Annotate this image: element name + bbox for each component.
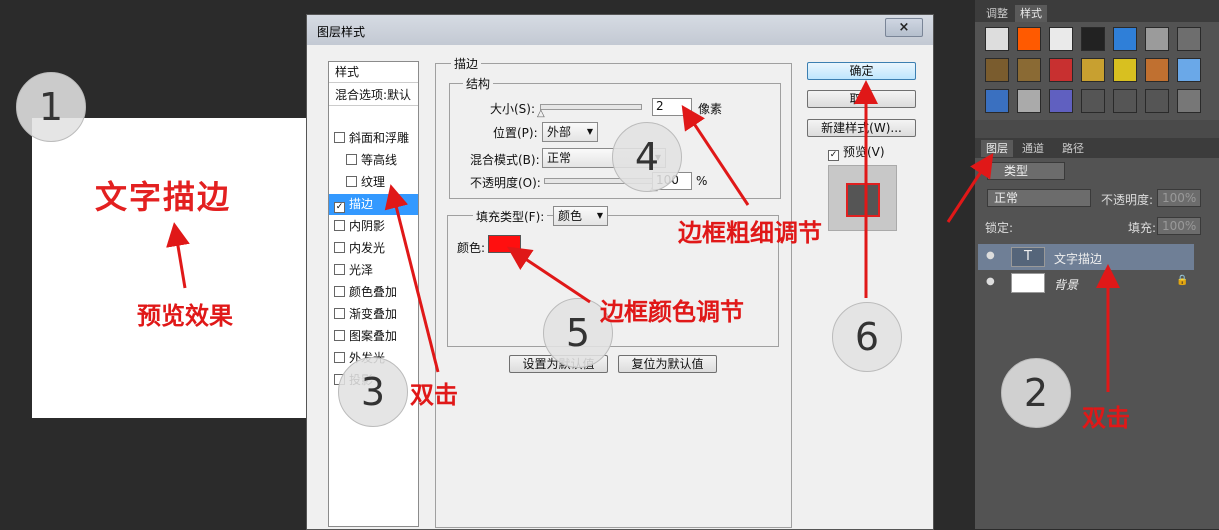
- arrow-layers-tab: [946, 152, 994, 223]
- arrow-color: [507, 246, 591, 304]
- arrow-preview: [166, 222, 190, 289]
- arrow-stroke-item: [384, 184, 440, 373]
- arrow-size: [681, 104, 750, 206]
- annotation-arrows: [166, 80, 1120, 392]
